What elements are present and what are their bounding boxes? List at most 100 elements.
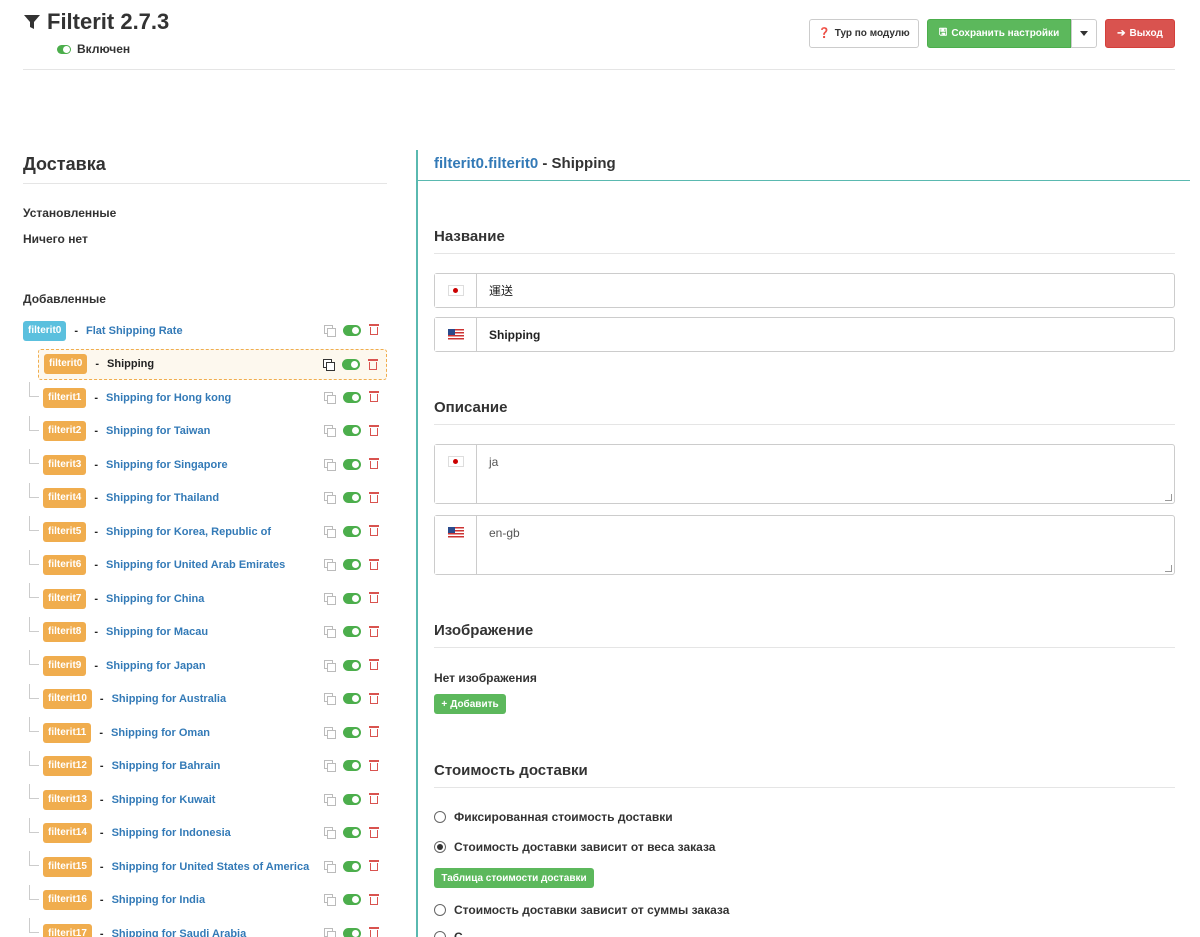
toggle-icon[interactable]: [343, 492, 361, 503]
tree-row[interactable]: filterit16- Shipping for India: [23, 884, 387, 916]
tree-row[interactable]: filterit7- Shipping for China: [23, 583, 387, 614]
name-ja-value[interactable]: 運送: [477, 274, 1174, 307]
tree-row[interactable]: filterit12- Shipping for Bahrain: [23, 750, 387, 782]
copy-icon[interactable]: [324, 659, 336, 672]
tree-row[interactable]: filterit10- Shipping for Australia: [23, 683, 387, 715]
radio-sum-cost[interactable]: Стоимость доставки зависит от суммы зака…: [434, 903, 729, 917]
tree-row-label[interactable]: Shipping for United States of America: [112, 861, 310, 873]
tree-row-selected[interactable]: filterit0- Shipping: [38, 348, 387, 380]
tree-row[interactable]: filterit5- Shipping for Korea, Republic o…: [23, 516, 387, 547]
cost-table-button[interactable]: Таблица стоимости доставки: [434, 868, 594, 888]
toggle-icon[interactable]: [343, 626, 361, 637]
copy-icon[interactable]: [324, 525, 336, 538]
tree-row-label[interactable]: Shipping for Thailand: [106, 492, 219, 504]
toggle-icon[interactable]: [343, 559, 361, 570]
save-dropdown-toggle[interactable]: [1071, 19, 1097, 48]
toggle-icon[interactable]: [343, 760, 361, 771]
tree-row[interactable]: filterit1- Shipping for Hong kong: [23, 382, 387, 413]
tree-row-label[interactable]: Shipping for Taiwan: [106, 425, 210, 437]
trash-icon[interactable]: [369, 592, 379, 604]
copy-icon[interactable]: [324, 793, 336, 806]
tour-button[interactable]: ❓ Тур по модулю: [809, 19, 919, 48]
toggle-icon[interactable]: [343, 927, 361, 937]
tree-row-label[interactable]: Shipping for Kuwait: [112, 794, 216, 806]
copy-icon[interactable]: [324, 693, 336, 705]
resize-handle-icon[interactable]: [1165, 565, 1172, 572]
tree-row[interactable]: filterit9- Shipping for Japan: [23, 650, 387, 681]
toggle-icon[interactable]: [343, 793, 361, 805]
tree-row-label[interactable]: Shipping for Australia: [112, 693, 227, 705]
tree-row-label[interactable]: Shipping for Indonesia: [112, 827, 231, 839]
radio-fourth-option[interactable]: С: [434, 930, 463, 937]
trash-icon[interactable]: [369, 726, 379, 738]
tree-row[interactable]: filterit17- Shipping for Saudi Arabia: [23, 918, 387, 937]
toggle-icon[interactable]: [343, 458, 361, 470]
tree-row[interactable]: filterit6- Shipping for United Arab Emira…: [23, 549, 387, 581]
tree-row[interactable]: filterit4- Shipping for Thailand: [23, 482, 387, 514]
toggle-icon[interactable]: [343, 659, 361, 671]
trash-icon[interactable]: [369, 558, 379, 571]
trash-icon[interactable]: [369, 659, 379, 671]
trash-icon[interactable]: [369, 860, 379, 872]
tree-row-label[interactable]: Shipping for India: [112, 894, 206, 906]
copy-icon[interactable]: [324, 559, 336, 571]
trash-icon[interactable]: [369, 893, 379, 906]
tree-row[interactable]: filterit13- Shipping for Kuwait: [23, 784, 387, 815]
radio-fixed-cost-input[interactable]: [434, 811, 446, 823]
trash-icon[interactable]: [369, 759, 379, 772]
toggle-icon[interactable]: [343, 324, 361, 336]
tree-row[interactable]: filterit11- Shipping for Oman: [23, 717, 387, 748]
toggle-icon[interactable]: [343, 425, 361, 436]
trash-icon[interactable]: [369, 424, 379, 437]
tree-row-label[interactable]: Shipping for China: [106, 593, 204, 605]
copy-icon[interactable]: [324, 391, 336, 404]
tree-row[interactable]: filterit8- Shipping for Macau: [23, 616, 387, 648]
copy-icon[interactable]: [324, 458, 336, 471]
tree-row-label[interactable]: Shipping: [107, 358, 154, 370]
exit-button[interactable]: ➔ Выход: [1105, 19, 1175, 48]
copy-icon[interactable]: [324, 860, 336, 873]
trash-icon[interactable]: [369, 793, 379, 805]
name-en-value[interactable]: Shipping: [477, 318, 1174, 351]
copy-icon[interactable]: [324, 726, 336, 739]
trash-icon[interactable]: [369, 491, 379, 504]
tree-row[interactable]: filterit2- Shipping for Taiwan: [23, 415, 387, 447]
radio-fixed-cost[interactable]: Фиксированная стоимость доставки: [434, 810, 673, 824]
tree-row[interactable]: filterit15- Shipping for United States of…: [23, 851, 387, 882]
toggle-icon[interactable]: [343, 693, 361, 704]
tree-row-label[interactable]: Shipping for Korea, Republic of: [106, 526, 271, 538]
tree-row-label[interactable]: Shipping for Hong kong: [106, 392, 231, 404]
toggle-icon[interactable]: [343, 827, 361, 838]
radio-weight-cost-input[interactable]: [434, 841, 446, 853]
trash-icon[interactable]: [369, 692, 379, 705]
toggle-icon[interactable]: [343, 391, 361, 403]
tree-row-label[interactable]: Shipping for United Arab Emirates: [106, 559, 285, 571]
tree-row-label[interactable]: Flat Shipping Rate: [86, 325, 183, 337]
tree-row[interactable]: filterit0- Flat Shipping Rate: [23, 315, 387, 346]
description-en-placeholder[interactable]: en-gb: [477, 516, 1174, 574]
toggle-icon[interactable]: [343, 525, 361, 537]
description-ja-textarea[interactable]: ja: [434, 444, 1175, 504]
tree-row-label[interactable]: Shipping for Singapore: [106, 459, 228, 471]
toggle-icon[interactable]: [343, 894, 361, 905]
copy-icon[interactable]: [324, 324, 336, 337]
trash-icon[interactable]: [369, 625, 379, 638]
status-toggle-icon[interactable]: [57, 44, 71, 54]
name-ja-field[interactable]: 運送: [434, 273, 1175, 308]
radio-weight-cost[interactable]: Стоимость доставки зависит от веса заказ…: [434, 840, 715, 854]
tree-row-label[interactable]: Shipping for Macau: [106, 626, 208, 638]
copy-icon[interactable]: [324, 827, 336, 839]
trash-icon[interactable]: [369, 826, 379, 839]
tree-row-label[interactable]: Shipping for Saudi Arabia: [112, 928, 247, 937]
copy-icon[interactable]: [323, 359, 335, 371]
trash-icon[interactable]: [369, 391, 379, 403]
trash-icon[interactable]: [369, 525, 379, 537]
copy-icon[interactable]: [324, 592, 336, 605]
copy-icon[interactable]: [324, 425, 336, 437]
tree-row-label[interactable]: Shipping for Japan: [106, 660, 206, 672]
toggle-icon[interactable]: [343, 860, 361, 872]
tree-row[interactable]: filterit14- Shipping for Indonesia: [23, 817, 387, 849]
resize-handle-icon[interactable]: [1165, 494, 1172, 501]
copy-icon[interactable]: [324, 894, 336, 906]
tree-row[interactable]: filterit3- Shipping for Singapore: [23, 449, 387, 480]
